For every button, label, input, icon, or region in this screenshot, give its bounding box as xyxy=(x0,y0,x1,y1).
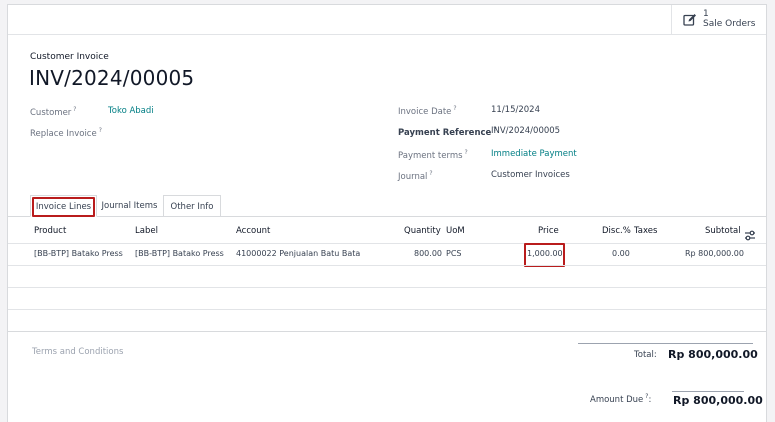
terms-and-conditions-field[interactable]: Terms and Conditions xyxy=(32,347,123,357)
cell-uom[interactable]: PCS xyxy=(446,249,462,258)
col-header-subtotal[interactable]: Subtotal xyxy=(705,226,741,236)
payment-terms-value[interactable]: Immediate Payment xyxy=(491,149,577,159)
customer-label: Customer? xyxy=(30,106,77,118)
col-header-uom[interactable]: UoM xyxy=(446,226,465,236)
journal-value[interactable]: Customer Invoices xyxy=(491,170,570,180)
sale-orders-smart-button[interactable]: 1 Sale Orders xyxy=(671,5,766,34)
price-highlight-box xyxy=(524,243,565,267)
col-header-account[interactable]: Account xyxy=(236,226,270,236)
col-header-price[interactable]: Price xyxy=(538,226,559,236)
invoice-form-sheet: 1 Sale Orders Customer Invoice INV/2024/… xyxy=(7,4,767,422)
customer-value[interactable]: Toko Abadi xyxy=(108,106,154,116)
replace-invoice-label: Replace Invoice? xyxy=(30,127,102,139)
tab-other-info[interactable]: Other Info xyxy=(163,195,221,217)
cell-discount[interactable]: 0.00 xyxy=(612,249,630,258)
total-label: Total: xyxy=(634,350,657,360)
amount-due-value: Rp 800,000.00 xyxy=(673,394,763,407)
amount-due-label: Amount Due?: xyxy=(590,393,652,405)
row-divider xyxy=(8,309,766,310)
help-icon[interactable]: ? xyxy=(73,106,76,113)
help-icon[interactable]: ? xyxy=(465,149,468,156)
journal-label: Journal? xyxy=(398,170,433,182)
col-header-label[interactable]: Label xyxy=(135,226,158,236)
document-type-label: Customer Invoice xyxy=(30,52,109,62)
payment-reference-value[interactable]: INV/2024/00005 xyxy=(491,126,560,136)
table-bottom-divider xyxy=(8,331,766,332)
invoice-date-value[interactable]: 11/15/2024 xyxy=(491,105,540,115)
row-divider xyxy=(8,265,766,266)
sale-orders-label: Sale Orders xyxy=(703,19,756,29)
payment-terms-label: Payment terms? xyxy=(398,149,468,161)
sliders-icon[interactable] xyxy=(744,226,756,241)
col-header-discount[interactable]: Disc.% xyxy=(602,226,631,236)
smart-button-bar: 1 Sale Orders xyxy=(8,5,766,35)
tab-highlight-box xyxy=(32,197,95,217)
tab-journal-items[interactable]: Journal Items xyxy=(97,195,162,217)
cell-product[interactable]: [BB-BTP] Batako Press xyxy=(34,249,123,258)
col-header-taxes[interactable]: Taxes xyxy=(634,226,657,236)
cell-quantity[interactable]: 800.00 xyxy=(414,249,442,258)
help-icon[interactable]: ? xyxy=(99,127,102,134)
header-divider xyxy=(8,243,766,244)
sale-orders-count: 1 xyxy=(703,9,709,19)
cell-label[interactable]: [BB-BTP] Batako Press xyxy=(135,249,224,258)
edit-icon xyxy=(683,13,697,27)
invoice-date-label: Invoice Date? xyxy=(398,105,457,117)
payment-reference-label: Payment Reference? xyxy=(398,126,497,138)
total-divider xyxy=(578,343,753,344)
help-icon[interactable]: ? xyxy=(429,170,432,177)
total-value: Rp 800,000.00 xyxy=(668,348,758,361)
help-icon[interactable]: ? xyxy=(453,105,456,112)
amount-due-divider xyxy=(672,391,744,392)
col-header-quantity[interactable]: Quantity xyxy=(404,226,441,236)
cell-account[interactable]: 41000022 Penjualan Batu Bata xyxy=(236,249,360,258)
col-header-product[interactable]: Product xyxy=(34,226,66,236)
row-divider xyxy=(8,287,766,288)
cell-subtotal[interactable]: Rp 800,000.00 xyxy=(685,249,744,258)
invoice-number-title: INV/2024/00005 xyxy=(29,66,195,90)
